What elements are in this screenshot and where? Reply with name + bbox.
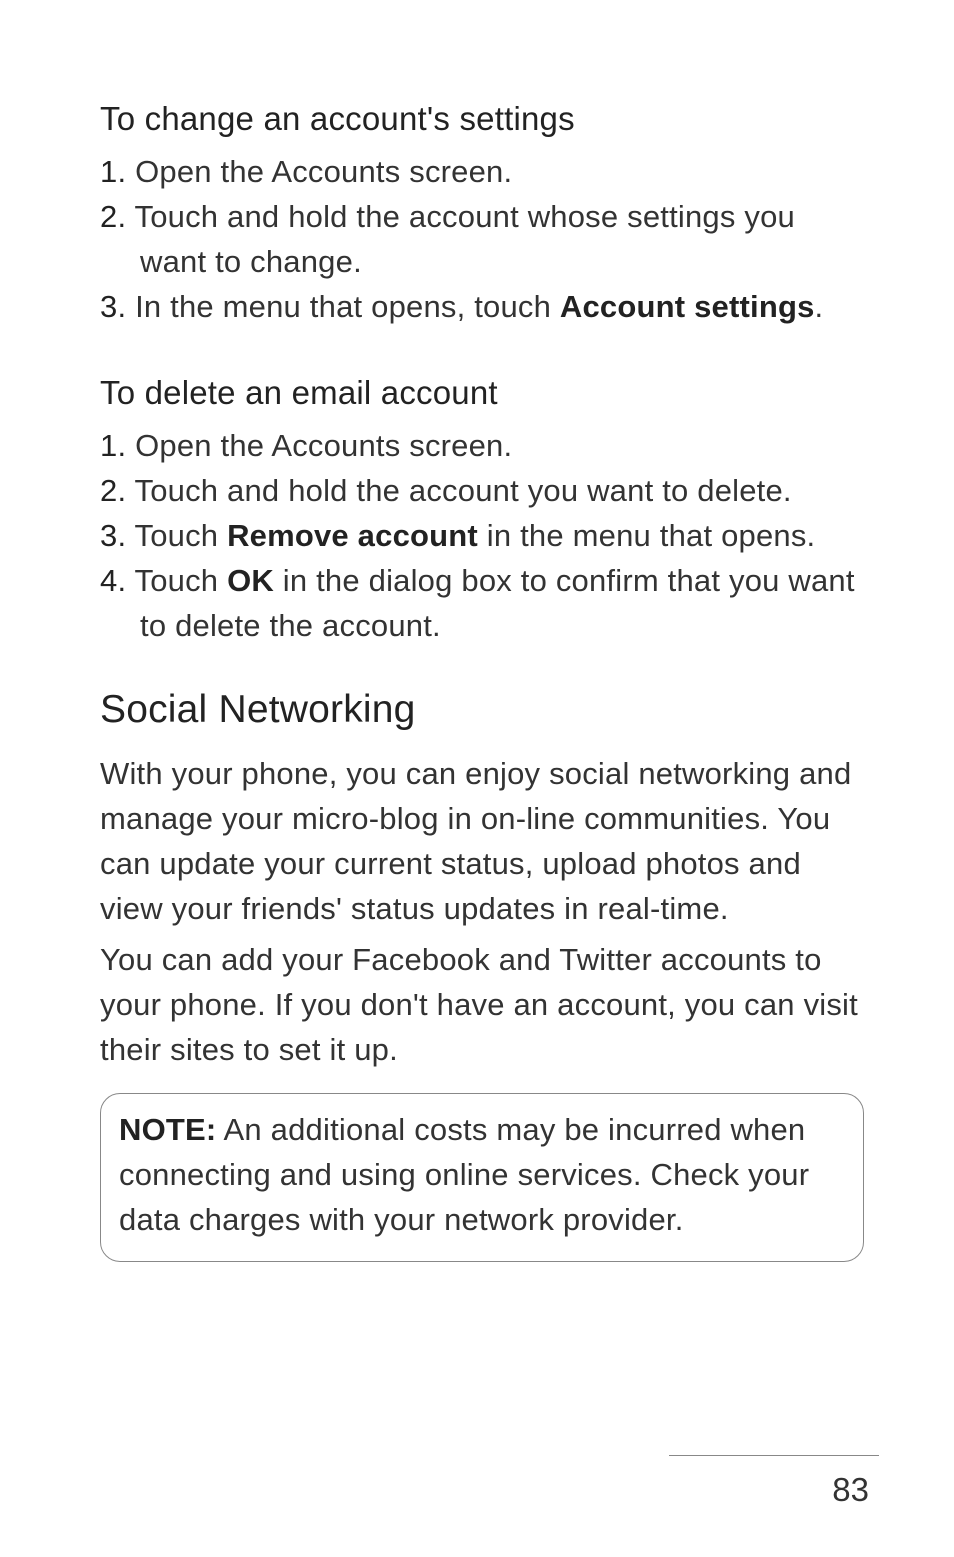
step-number: 1. <box>100 428 126 463</box>
step-text: Touch <box>126 563 227 598</box>
steps-delete-account: 1. Open the Accounts screen. 2. Touch an… <box>100 424 864 649</box>
heading-change-account-settings: To change an account's settings <box>100 100 864 138</box>
document-page: To change an account's settings 1. Open … <box>0 0 954 1322</box>
list-item: 4. Touch OK in the dialog box to confirm… <box>100 559 864 649</box>
bold-term: Account settings <box>560 289 815 324</box>
heading-delete-email-account: To delete an email account <box>100 374 864 412</box>
bold-term: Remove account <box>227 518 478 553</box>
step-number: 4. <box>100 563 126 598</box>
list-item: 1. Open the Accounts screen. <box>100 424 864 469</box>
list-item: 2. Touch and hold the account you want t… <box>100 469 864 514</box>
heading-social-networking: Social Networking <box>100 688 864 732</box>
step-text: Open the Accounts screen. <box>126 154 512 189</box>
step-text: In the menu that opens, touch <box>126 289 560 324</box>
step-text: Touch <box>126 518 227 553</box>
list-item: 3. Touch Remove account in the menu that… <box>100 514 864 559</box>
bold-term: OK <box>227 563 274 598</box>
list-item: 3. In the menu that opens, touch Account… <box>100 285 864 330</box>
paragraph-social-accounts: You can add your Facebook and Twitter ac… <box>100 938 864 1073</box>
step-text: Open the Accounts screen. <box>126 428 512 463</box>
step-number: 2. <box>100 473 126 508</box>
list-item: 2. Touch and hold the account whose sett… <box>100 195 864 285</box>
step-text: in the menu that opens. <box>478 518 815 553</box>
step-text: . <box>815 289 824 324</box>
step-number: 3. <box>100 289 126 324</box>
page-number: 83 <box>832 1471 869 1509</box>
paragraph-social-networking-intro: With your phone, you can enjoy social ne… <box>100 752 864 932</box>
step-text: Touch and hold the account you want to d… <box>126 473 791 508</box>
note-box: NOTE: An additional costs may be incurre… <box>100 1093 864 1262</box>
steps-change-account: 1. Open the Accounts screen. 2. Touch an… <box>100 150 864 330</box>
step-number: 3. <box>100 518 126 553</box>
step-number: 2. <box>100 199 126 234</box>
list-item: 1. Open the Accounts screen. <box>100 150 864 195</box>
note-text: An additional costs may be incurred when… <box>119 1112 809 1237</box>
note-label: NOTE: <box>119 1112 216 1147</box>
step-text: Touch and hold the account whose setting… <box>126 199 795 279</box>
step-number: 1. <box>100 154 126 189</box>
